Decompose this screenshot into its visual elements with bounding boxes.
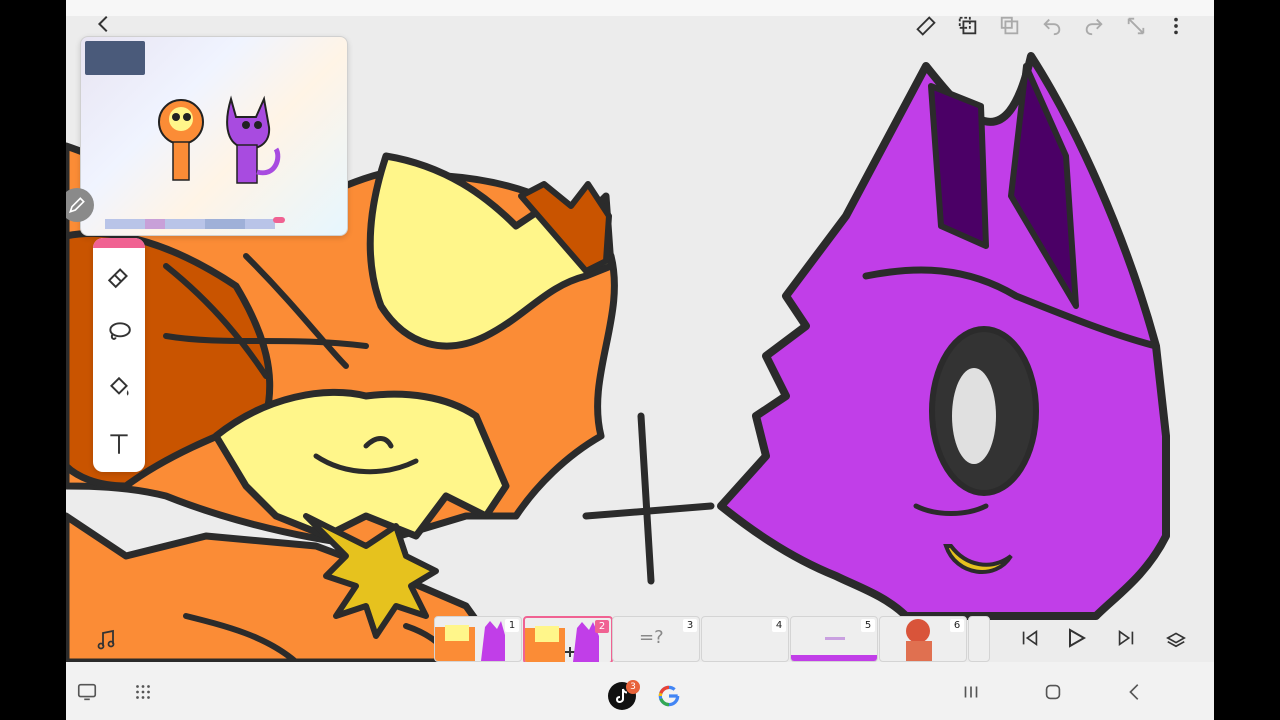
skip-forward-icon [1118, 629, 1134, 647]
frame-number: 6 [950, 619, 964, 632]
lasso-icon [109, 322, 131, 340]
frame-number: 1 [505, 619, 519, 632]
expand-button[interactable] [1124, 14, 1148, 38]
skip-back-icon [1022, 629, 1038, 647]
more-icon [1174, 17, 1178, 35]
tool-panel-accent [93, 238, 145, 248]
lasso-tool[interactable] [105, 318, 133, 346]
plus-sign [582, 412, 715, 585]
notification-badge: 3 [626, 680, 640, 694]
screen-icon [77, 683, 97, 701]
preview-timeline-strip [105, 217, 285, 229]
expand-icon [1127, 17, 1145, 35]
frame-number: 2 [595, 620, 609, 633]
music-note-icon [97, 629, 115, 650]
timeline-frame[interactable]: 1 [434, 616, 522, 662]
timeline-frame-partial[interactable] [968, 616, 990, 662]
music-button[interactable] [94, 628, 118, 652]
ruler-button[interactable] [914, 14, 938, 38]
tool-panel [93, 238, 145, 472]
apps-grid-icon [136, 685, 150, 699]
preview-art [158, 95, 281, 184]
play-button[interactable] [1064, 626, 1088, 650]
ruler-icon [916, 16, 936, 36]
recents-icon [964, 686, 978, 698]
skip-back-button[interactable] [1018, 626, 1042, 650]
frame-label: =? [639, 627, 664, 648]
copy-button[interactable] [956, 14, 980, 38]
home-icon [1045, 684, 1061, 700]
text-icon [110, 434, 128, 454]
more-button[interactable] [1164, 14, 1188, 38]
back-icon [97, 15, 108, 33]
fill-bucket-icon [110, 376, 129, 396]
paste-icon [1000, 16, 1019, 35]
text-tool[interactable] [105, 430, 133, 458]
skip-forward-button[interactable] [1114, 626, 1138, 650]
pencil-icon [69, 197, 85, 213]
drawing-app: 1 2 =? 3 4 5 6 3 [66, 0, 1214, 720]
tiktok-app-button[interactable]: 3 [608, 680, 640, 710]
frame-number: 3 [683, 619, 697, 632]
timeline-frame[interactable]: 5 [790, 616, 878, 662]
redo-icon [1085, 18, 1103, 36]
screen-button[interactable] [76, 680, 98, 704]
timeline-frame[interactable]: 4 [701, 616, 789, 662]
eraser-tool[interactable] [105, 262, 133, 290]
google-app-button[interactable] [656, 684, 682, 708]
preview-window[interactable] [80, 36, 348, 236]
eraser-icon [107, 268, 128, 289]
purple-character [717, 52, 1170, 620]
recents-button[interactable] [960, 680, 982, 704]
back-button[interactable] [92, 12, 116, 36]
play-icon [1069, 628, 1087, 648]
fill-bucket-tool[interactable] [105, 374, 133, 402]
copy-icon [958, 16, 977, 35]
undo-button[interactable] [1040, 14, 1064, 38]
undo-icon [1043, 18, 1061, 36]
redo-button[interactable] [1082, 14, 1106, 38]
nav-back-button[interactable] [1124, 680, 1146, 704]
system-nav-bar: 3 [66, 662, 1214, 720]
layers-button[interactable] [1164, 626, 1188, 650]
nav-back-icon [1129, 684, 1139, 700]
frame-number: 4 [772, 619, 786, 632]
timeline-frame[interactable]: 6 [879, 616, 967, 662]
timeline-frame[interactable]: =? 3 [612, 616, 700, 662]
paste-button[interactable] [998, 14, 1022, 38]
google-icon [658, 685, 680, 707]
home-button[interactable] [1042, 680, 1064, 704]
timeline-frame-selected[interactable]: 2 [523, 616, 613, 664]
apps-grid-button[interactable] [132, 680, 154, 704]
frame-number: 5 [861, 619, 875, 632]
timeline-bar: 1 2 =? 3 4 5 6 [66, 614, 1214, 664]
layers-icon [1166, 632, 1186, 648]
